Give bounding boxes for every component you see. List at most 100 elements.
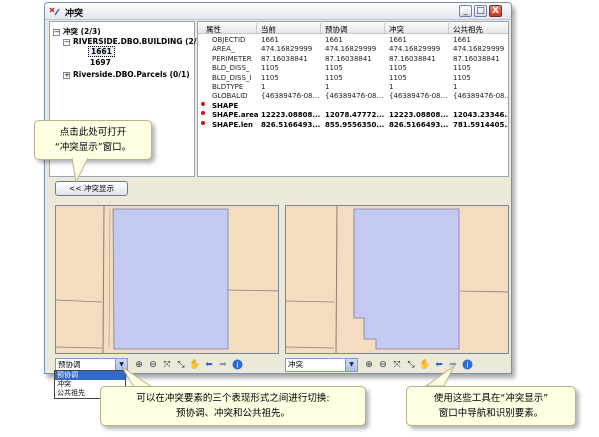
value-cell: {46389476-08...: [261, 92, 320, 101]
value-cell: 1: [389, 83, 394, 91]
value-cell: 1: [261, 83, 266, 91]
maximize-button[interactable]: □: [474, 5, 487, 17]
column-header-conflict[interactable]: 冲突: [389, 24, 404, 35]
value-cell: 1105: [261, 73, 279, 82]
value-cell: 1105: [453, 64, 471, 73]
value-cell: 1105: [453, 73, 471, 82]
tree-item-parcels[interactable]: + Riverside.DBO.Parcels (0/1): [63, 70, 190, 79]
field-name-cell: BLDTYPE: [212, 83, 244, 91]
table-row[interactable]: BLDTYPE 1 1 1 1: [198, 83, 508, 92]
value-cell: 12043.23346...: [453, 111, 509, 120]
value-cell: 474.16829999: [261, 45, 313, 54]
callout-switch-forms-line2: 预协调、冲突和公共祖先。: [175, 408, 290, 419]
table-row[interactable]: AREA_ 474.16829999 474.16829999 474.1682999…: [198, 45, 508, 54]
conflict-app-icon: [49, 7, 60, 16]
fixed-zoom-in-icon[interactable]: ⤧: [161, 359, 173, 371]
value-cell: 1105: [325, 73, 343, 82]
value-cell: 1105: [261, 64, 279, 73]
conflict-display[interactable]: [285, 205, 509, 354]
tree-root-label: 冲突 (2/3): [63, 27, 101, 36]
svg-text:i: i: [236, 361, 238, 370]
value-cell: 87.16038841: [389, 54, 436, 63]
value-cell: {46389476-08...: [325, 92, 384, 101]
value-cell: 1105: [325, 64, 343, 73]
identify-icon[interactable]: i: [231, 359, 243, 371]
conflict-dot-icon: [201, 120, 205, 125]
value-cell: 1: [453, 83, 458, 91]
callout-open-display-line1: 点击此处可打开: [59, 127, 127, 138]
table-row[interactable]: SHAPE.len 826.5166493... 855.9556350... 826…: [198, 120, 509, 130]
table-row[interactable]: PERIMETER 87.16038841 87.16038841 87.160388…: [198, 55, 508, 64]
value-cell: 781.5914405...: [453, 120, 509, 129]
callout-tools: 使用这些工具在“冲突显示” 窗口中导航和识别要素。: [406, 386, 576, 426]
column-header-field[interactable]: 属性: [206, 24, 221, 35]
table-row[interactable]: SHAPE.area 12223.08808... 12078.47772... 12…: [198, 111, 508, 120]
value-cell: {46389476-08...: [453, 92, 509, 101]
zoom-out-icon[interactable]: ⊖: [377, 359, 389, 371]
identify-icon[interactable]: i: [461, 359, 473, 371]
field-name-cell: PERIMETER: [212, 54, 252, 63]
dropdown-option-prereconcile[interactable]: 预协调: [55, 371, 125, 380]
prereconcile-display[interactable]: [55, 205, 279, 354]
field-name-cell: GLOBALID: [212, 92, 248, 101]
value-cell: 826.5166493...: [389, 120, 449, 129]
tree-item-building[interactable]: − RIVERSIDE.DBO.BUILDING (2/2): [63, 37, 205, 46]
table-row[interactable]: OBJECTID 1661 1661 1661 1661: [198, 36, 508, 45]
conflict-display-button[interactable]: << 冲突显示: [55, 181, 128, 196]
zoom-in-icon[interactable]: ⊕: [363, 359, 375, 371]
tree-root[interactable]: − 冲突 (2/3): [53, 26, 101, 37]
title-bar[interactable]: 冲突 _ □ X: [45, 3, 511, 20]
fixed-zoom-in-icon[interactable]: ⤧: [391, 359, 403, 371]
grid-header: 属性 当前 预协调 冲突 公共祖先: [198, 22, 508, 34]
conflict-dot-icon: [201, 111, 205, 116]
value-cell: {46389476-08...: [389, 92, 448, 101]
prereconcile-map: [56, 206, 278, 353]
right-select-value: 冲突: [288, 360, 303, 369]
conflict-map: [286, 206, 508, 353]
field-name-cell: AREA_: [212, 45, 235, 54]
value-cell: 1: [325, 83, 330, 91]
value-cell: 1105: [389, 73, 407, 82]
field-name-cell: BLD_DISS_: [212, 64, 250, 73]
value-cell: 1661: [389, 36, 407, 44]
minimize-button[interactable]: _: [459, 5, 472, 17]
value-cell: 12223.08808...: [389, 111, 449, 120]
callout-switch-forms: 可以在冲突要素的三个表现形式之间进行切换: 预协调、冲突和公共祖先。: [100, 386, 366, 426]
tree-item-1661[interactable]: 1661: [88, 46, 115, 57]
conflict-dot-icon: [201, 101, 205, 106]
expand-icon[interactable]: +: [63, 71, 70, 79]
value-cell: 12078.47772...: [325, 111, 385, 120]
tree-item-1661-label: 1661: [88, 46, 115, 57]
fixed-zoom-out-icon[interactable]: ⤡: [405, 359, 417, 371]
callout-tools-line1: 使用这些工具在“冲突显示”: [433, 393, 549, 404]
column-header-common-ancestor[interactable]: 公共祖先: [453, 24, 483, 35]
table-row[interactable]: SHAPE: [198, 101, 508, 111]
column-header-prereconcile[interactable]: 预协调: [325, 24, 348, 35]
right-representation-select[interactable]: 冲突 ▼: [285, 358, 358, 372]
close-button[interactable]: X: [489, 5, 502, 17]
fixed-zoom-out-icon[interactable]: ⤡: [175, 359, 187, 371]
field-name-cell: BLD_DISS_I: [212, 73, 252, 82]
attribute-grid: 属性 当前 预协调 冲突 公共祖先 OBJECTID 1661 1661 1661 16…: [197, 21, 509, 177]
value-cell: 474.16829999: [389, 45, 441, 54]
column-header-current[interactable]: 当前: [261, 24, 276, 35]
tree-item-1697[interactable]: 1697: [90, 58, 111, 67]
collapse-icon[interactable]: −: [53, 28, 60, 36]
value-cell: 12223.08808...: [261, 111, 321, 120]
value-cell: 87.16038841: [453, 54, 500, 63]
collapse-icon[interactable]: −: [63, 38, 70, 46]
value-cell: 1661: [261, 36, 279, 44]
table-row[interactable]: GLOBALID {46389476-08... {46389476-08... {4…: [198, 92, 508, 101]
table-row[interactable]: BLD_DISS_I 1105 1105 1105 1105: [198, 74, 508, 83]
building-shape-conflict: [353, 208, 460, 350]
table-row[interactable]: BLD_DISS_ 1105 1105 1105 1105: [198, 64, 508, 73]
forward-icon[interactable]: ➡: [217, 359, 229, 371]
callout-open-display: 点击此处可打开 “冲突显示”窗口。: [34, 120, 152, 160]
pan-icon[interactable]: ✋: [189, 359, 201, 371]
back-icon[interactable]: ⬅: [203, 359, 215, 371]
field-name-cell: SHAPE.area: [212, 111, 259, 120]
value-cell: 1661: [325, 36, 343, 44]
svg-text:i: i: [466, 361, 468, 370]
chevron-down-icon[interactable]: ▼: [345, 359, 357, 371]
value-cell: 87.16038841: [325, 54, 372, 63]
